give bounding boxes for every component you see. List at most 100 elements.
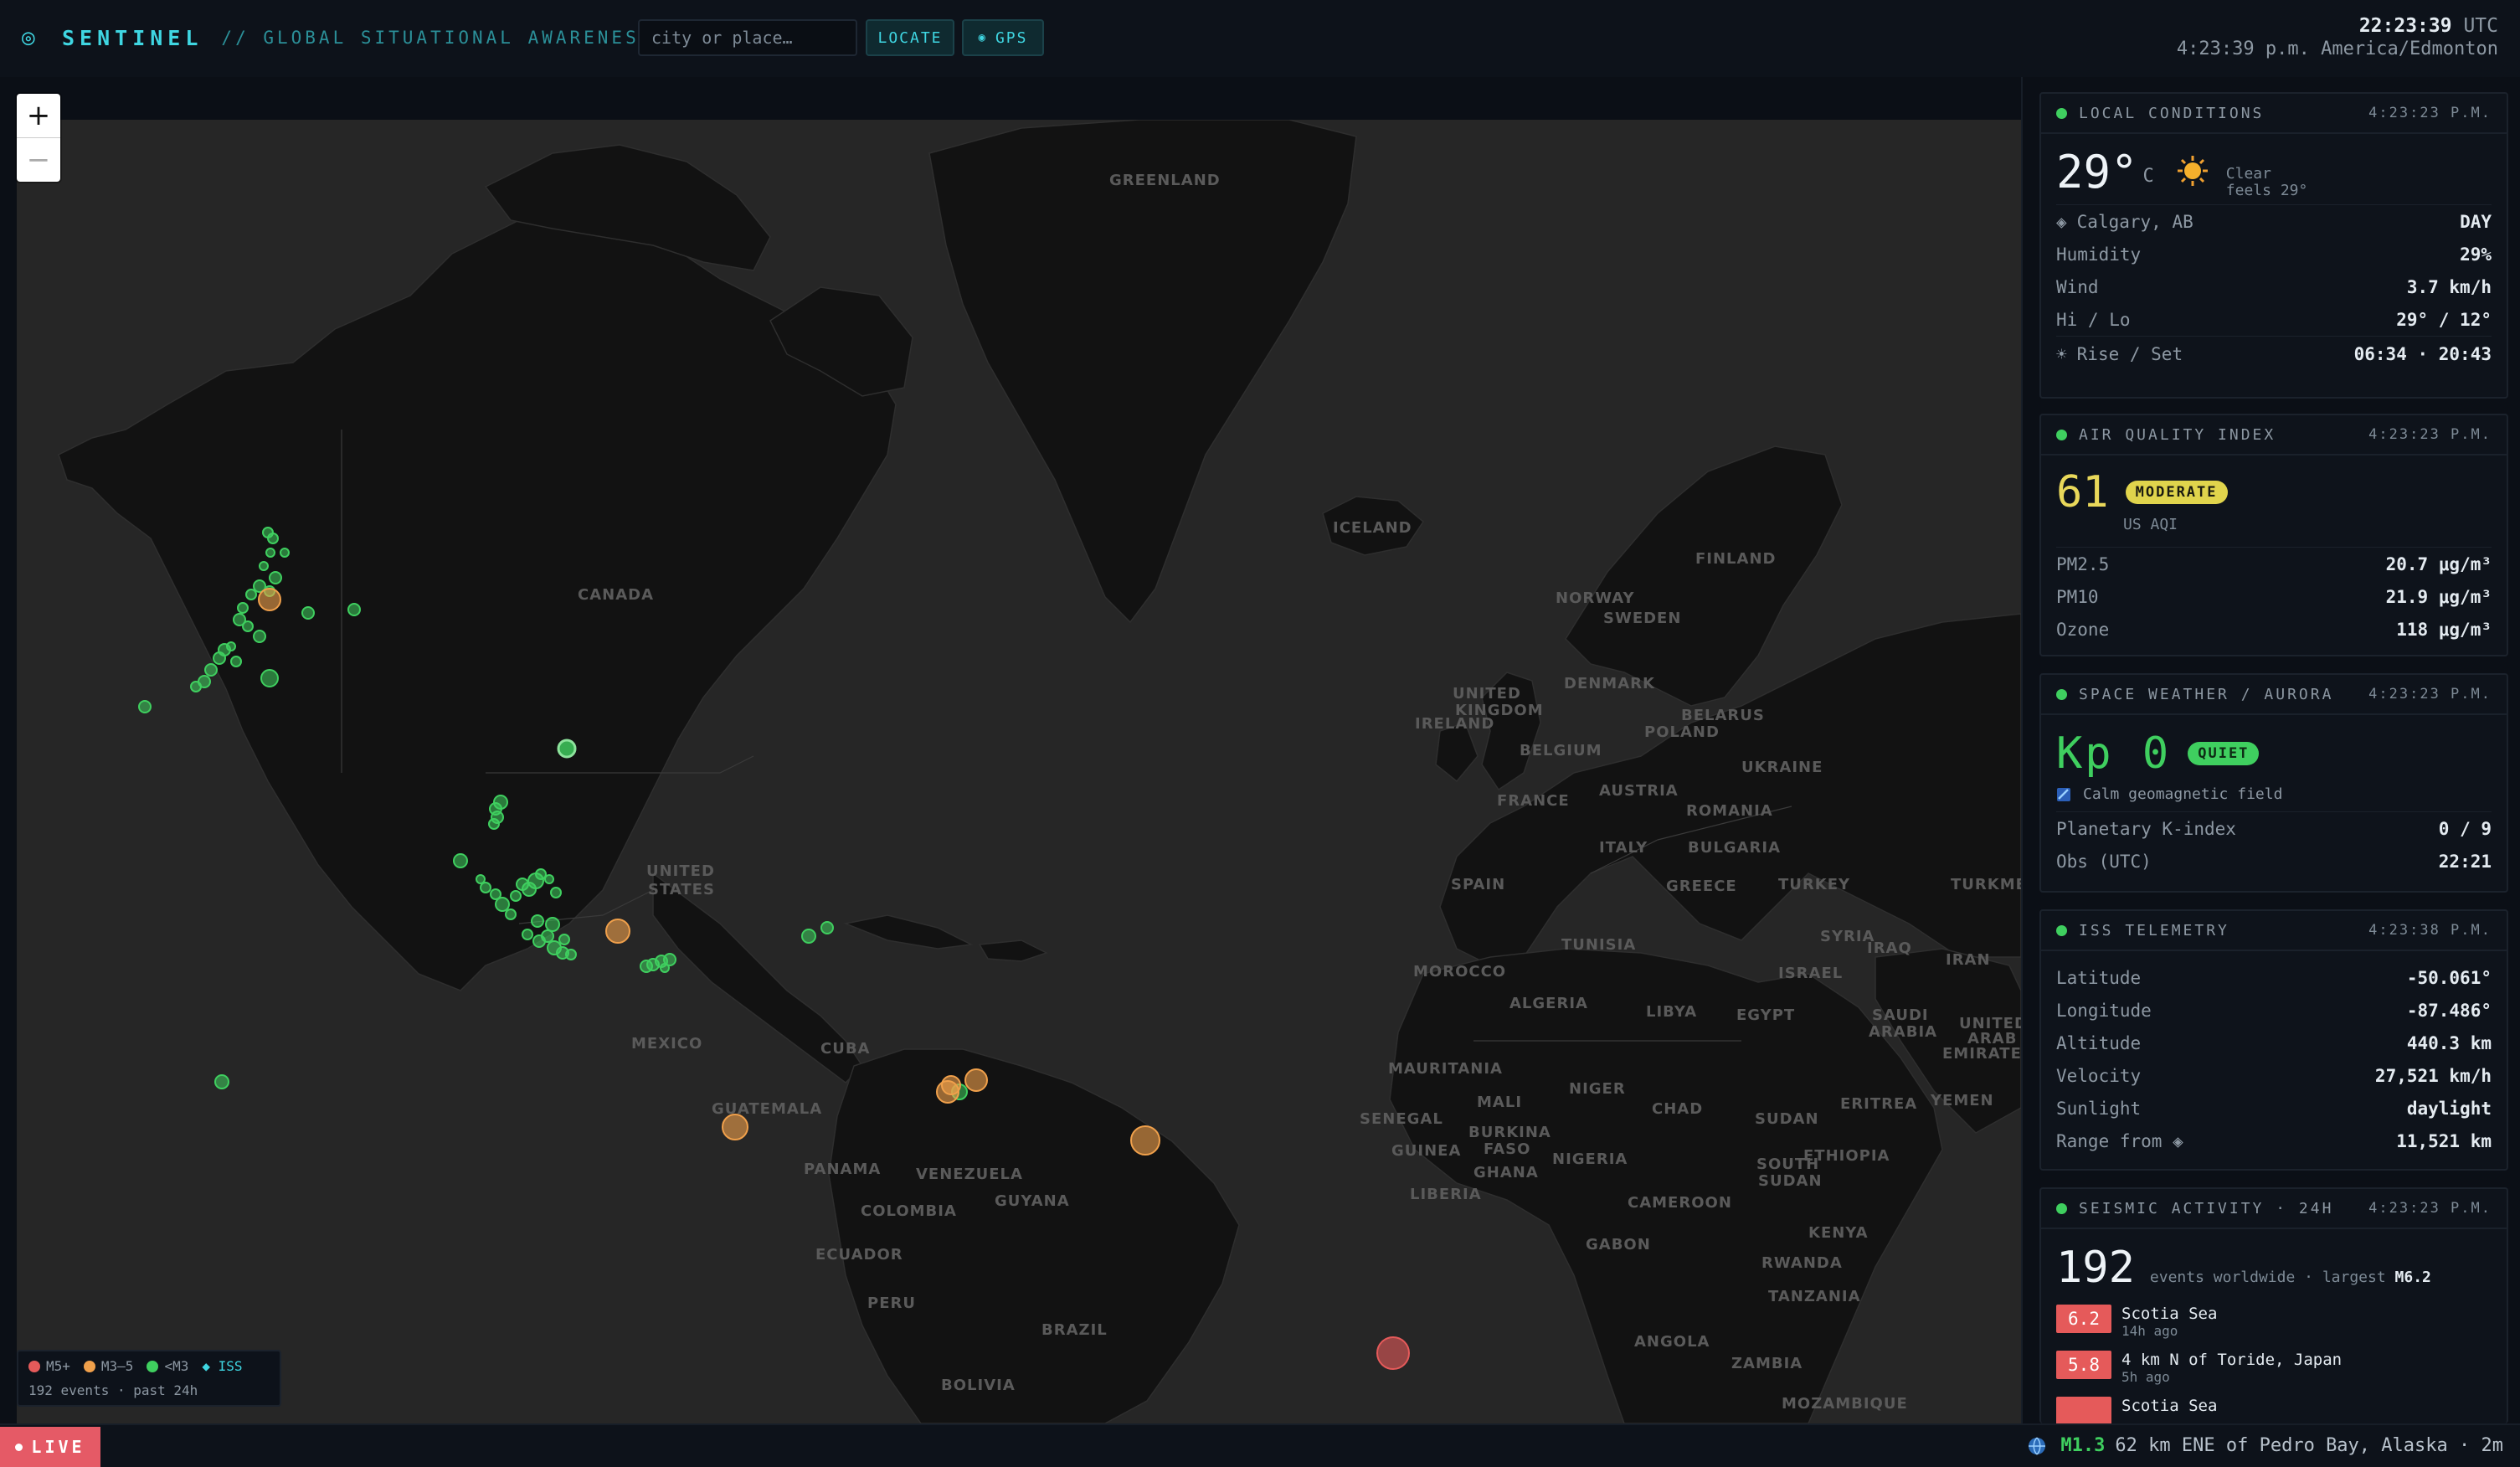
quake-marker [453, 853, 468, 868]
label-turkmenistan: TURKME [1951, 876, 2021, 893]
map-canvas[interactable]: GREENLAND ICELAND CANADA FINLAND NORWAY … [17, 120, 2021, 1423]
iss-telemetry-card: ISS TELEMETRY 4:23:38 P.M. Latitude -50.… [2039, 909, 2508, 1171]
quake-list-item[interactable]: Scotia Sea [2056, 1397, 2492, 1423]
quake-marker [265, 548, 275, 558]
label-uk-1: UNITED [1453, 685, 1521, 703]
quake-marker [237, 602, 249, 614]
status-dot [2056, 1202, 2067, 1214]
label-austria: AUSTRIA [1599, 782, 1679, 800]
label-brazil: BRAZIL [1041, 1321, 1108, 1339]
quake-marker [242, 620, 254, 632]
row-label: Velocity [2056, 1065, 2142, 1086]
label-tanzania: TANZANIA [1768, 1288, 1861, 1305]
label-norway: NORWAY [1556, 589, 1635, 607]
quake-marker [480, 882, 491, 893]
sun-icon [2177, 156, 2208, 186]
label-algeria: ALGERIA [1509, 995, 1588, 1012]
label-mozambique: MOZAMBIQUE [1782, 1395, 1908, 1413]
zoom-in-button[interactable]: + [17, 94, 60, 138]
location-row: ◈ Calgary, AB DAY [2056, 205, 2492, 238]
space-weather-card: SPACE WEATHER / AURORA 4:23:23 P.M. Kp 0… [2039, 673, 2508, 893]
rise-set-value: 06:34 · 20:43 [2353, 344, 2492, 364]
label-spain: SPAIN [1451, 876, 1505, 893]
quake-place: Scotia Sea [2121, 1305, 2218, 1323]
live-indicator: LIVE [0, 1427, 100, 1467]
quake-marker [550, 887, 562, 898]
label-south-sudan-1: SOUTH [1756, 1156, 1819, 1173]
quake-marker [267, 533, 279, 544]
clock: 22:23:39 UTC 4:23:39 p.m. America/Edmont… [2177, 15, 2498, 59]
label-guinea: GUINEA [1391, 1142, 1461, 1160]
day-night: DAY [2460, 211, 2492, 232]
label-mali: MALI [1477, 1094, 1522, 1111]
row-label: Obs (UTC) [2056, 851, 2152, 872]
label-ecuador: ECUADOR [815, 1246, 903, 1264]
event-count: 192 [2056, 1243, 2135, 1293]
legend-lt-m3: <M3 [147, 1358, 188, 1374]
quake-list-item[interactable]: 5.8 4 km N of Toride, Japan 5h ago [2056, 1351, 2492, 1385]
label-gabon: GABON [1586, 1236, 1651, 1253]
row-value: -50.061° [2406, 967, 2492, 988]
sunlight-row: Sunlight daylight [2056, 1092, 2492, 1125]
quake-list-item[interactable]: 6.2 Scotia Sea 14h ago [2056, 1305, 2492, 1339]
utc-time: 22:23:39 [2358, 15, 2452, 37]
place-search-input[interactable] [638, 19, 857, 56]
label-ireland: IRELAND [1415, 715, 1494, 733]
zoom-out-button[interactable]: − [17, 138, 60, 182]
row-value: 20.7 μg/m³ [2385, 553, 2492, 574]
wind-row: Wind 3.7 km/h [2056, 270, 2492, 303]
range-row: Range from ◈ 11,521 km [2056, 1125, 2492, 1157]
quake-marker [301, 606, 315, 620]
info-panel[interactable]: LOCAL CONDITIONS 4:23:23 P.M. 29° C Clea… [2021, 77, 2520, 1423]
kp-note: Calm geomagnetic field [2083, 785, 2283, 803]
seismic-activity-card[interactable]: SEISMIC ACTIVITY · 24H 4:23:23 P.M. 192 … [2039, 1187, 2508, 1423]
event-ticker[interactable]: M1.3 62 km ENE of Pedro Bay, Alaska · 2m [2027, 1435, 2503, 1456]
utc-suffix: UTC [2463, 15, 2498, 37]
legend-m3-5: M3–5 [83, 1358, 133, 1374]
quake-marker-highlight [557, 739, 577, 759]
quake-marker [190, 681, 202, 692]
legend-lt-m3-label: <M3 [164, 1358, 189, 1374]
status-dot [2056, 429, 2067, 440]
gps-button[interactable]: ◉ GPS [962, 19, 1044, 56]
ozone-row: Ozone 118 μg/m³ [2056, 613, 2492, 646]
row-label: Planetary K-index [2056, 818, 2236, 839]
live-label: LIVE [31, 1437, 85, 1457]
latitude-row: Latitude -50.061° [2056, 961, 2492, 994]
magnitude-badge: 5.8 [2056, 1351, 2111, 1379]
card-time: 4:23:23 P.M. [2368, 105, 2492, 121]
quake-marker [253, 630, 266, 643]
card-time: 4:23:23 P.M. [2368, 1200, 2492, 1217]
row-value: 0 / 9 [2438, 818, 2492, 839]
label-ghana: GHANA [1473, 1164, 1539, 1181]
card-time: 4:23:23 P.M. [2368, 426, 2492, 443]
quake-marker [245, 589, 257, 600]
brand-name: SENTINEL [62, 25, 203, 50]
brand: ◎ SENTINEL // GLOBAL SITUATIONAL AWARENE… [22, 23, 653, 52]
legend-m5: M5+ [28, 1358, 70, 1374]
ticker-magnitude: M1.3 [2060, 1435, 2106, 1456]
quake-marker [941, 1075, 961, 1095]
top-bar: ◎ SENTINEL // GLOBAL SITUATIONAL AWARENE… [0, 0, 2520, 79]
locate-button[interactable]: LOCATE [866, 19, 954, 56]
card-title: AIR QUALITY INDEX [2079, 425, 2276, 444]
label-us-2: STATES [648, 881, 715, 898]
label-zambia: ZAMBIA [1731, 1355, 1803, 1372]
aurora-icon [2057, 787, 2070, 801]
world-map[interactable]: GREENLAND ICELAND CANADA FINLAND NORWAY … [17, 120, 2021, 1423]
card-title: LOCAL CONDITIONS [2079, 104, 2265, 122]
quake-marker [495, 897, 510, 912]
label-israel: ISRAEL [1778, 965, 1843, 982]
legend-dot-green [147, 1360, 159, 1372]
row-label: Altitude [2056, 1032, 2142, 1053]
label-turkey: TURKEY [1778, 876, 1850, 893]
label-niger: NIGER [1569, 1080, 1626, 1098]
quake-marker [213, 651, 226, 665]
label-saudi-2: ARABIA [1869, 1023, 1937, 1041]
label-sweden: SWEDEN [1603, 610, 1681, 627]
card-time: 4:23:23 P.M. [2368, 686, 2492, 703]
gps-label: GPS [995, 28, 1028, 47]
quake-marker [280, 548, 290, 558]
row-value: 21.9 μg/m³ [2385, 586, 2492, 607]
rise-set-row: ☀ Rise / Set 06:34 · 20:43 [2056, 337, 2492, 372]
